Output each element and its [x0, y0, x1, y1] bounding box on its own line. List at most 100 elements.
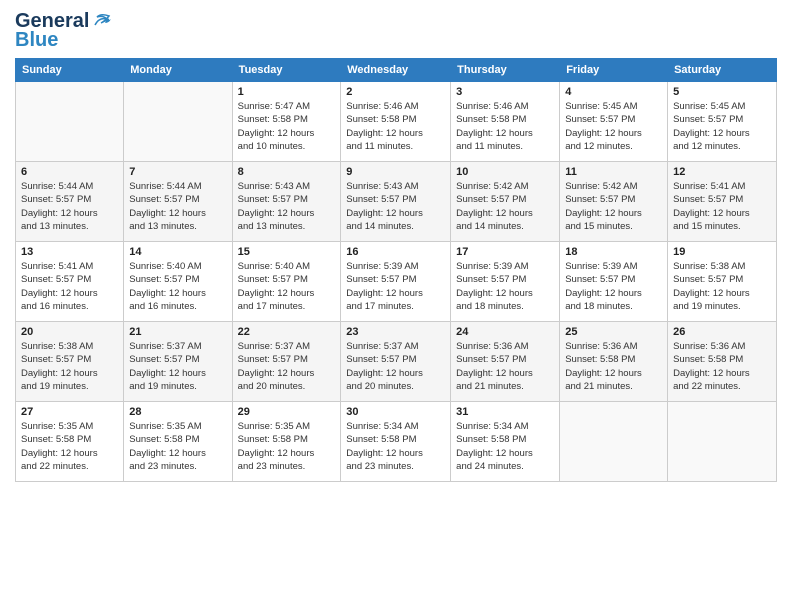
week-row-2: 6 Sunrise: 5:44 AM Sunset: 5:57 PM Daylig…: [16, 162, 777, 242]
day-info: Sunrise: 5:35 AM Sunset: 5:58 PM Dayligh…: [129, 420, 226, 473]
day-cell: 4 Sunrise: 5:45 AM Sunset: 5:57 PM Daylig…: [560, 82, 668, 162]
header-cell-sunday: Sunday: [16, 59, 124, 82]
day-number: 3: [456, 86, 554, 98]
day-number: 25: [565, 326, 662, 338]
day-info: Sunrise: 5:42 AM Sunset: 5:57 PM Dayligh…: [565, 180, 662, 233]
week-row-1: 1 Sunrise: 5:47 AM Sunset: 5:58 PM Daylig…: [16, 82, 777, 162]
logo-blue: Blue: [15, 29, 58, 52]
week-row-5: 27 Sunrise: 5:35 AM Sunset: 5:58 PM Dayli…: [16, 402, 777, 482]
day-number: 4: [565, 86, 662, 98]
day-info: Sunrise: 5:42 AM Sunset: 5:57 PM Dayligh…: [456, 180, 554, 233]
day-info: Sunrise: 5:39 AM Sunset: 5:57 PM Dayligh…: [346, 260, 445, 313]
day-number: 20: [21, 326, 118, 338]
day-info: Sunrise: 5:40 AM Sunset: 5:57 PM Dayligh…: [129, 260, 226, 313]
day-cell: 14 Sunrise: 5:40 AM Sunset: 5:57 PM Dayli…: [124, 242, 232, 322]
day-cell: 10Sunrise: 5:42 AM Sunset: 5:57 PM Dayli…: [451, 162, 560, 242]
day-cell: 21 Sunrise: 5:37 AM Sunset: 5:57 PM Dayli…: [124, 322, 232, 402]
header-cell-tuesday: Tuesday: [232, 59, 341, 82]
day-number: 13: [21, 246, 118, 258]
day-number: 6: [21, 166, 118, 178]
day-cell: 1 Sunrise: 5:47 AM Sunset: 5:58 PM Daylig…: [232, 82, 341, 162]
day-number: 15: [238, 246, 336, 258]
day-number: 9: [346, 166, 445, 178]
day-info: Sunrise: 5:35 AM Sunset: 5:58 PM Dayligh…: [238, 420, 336, 473]
day-info: Sunrise: 5:41 AM Sunset: 5:57 PM Dayligh…: [21, 260, 118, 313]
day-number: 26: [673, 326, 771, 338]
day-cell: 12Sunrise: 5:41 AM Sunset: 5:57 PM Dayli…: [668, 162, 777, 242]
day-number: 1: [238, 86, 336, 98]
week-row-4: 20Sunrise: 5:38 AM Sunset: 5:57 PM Dayli…: [16, 322, 777, 402]
day-info: Sunrise: 5:44 AM Sunset: 5:57 PM Dayligh…: [129, 180, 226, 233]
day-info: Sunrise: 5:37 AM Sunset: 5:57 PM Dayligh…: [129, 340, 226, 393]
day-number: 29: [238, 406, 336, 418]
day-cell: 9Sunrise: 5:43 AM Sunset: 5:57 PM Daylig…: [341, 162, 451, 242]
day-cell: 2 Sunrise: 5:46 AM Sunset: 5:58 PM Daylig…: [341, 82, 451, 162]
page-container: General Blue SundayMondayTuesdayWednesda…: [0, 0, 792, 490]
day-info: Sunrise: 5:45 AM Sunset: 5:57 PM Dayligh…: [673, 100, 771, 153]
day-cell: 24Sunrise: 5:36 AM Sunset: 5:57 PM Dayli…: [451, 322, 560, 402]
day-info: Sunrise: 5:37 AM Sunset: 5:57 PM Dayligh…: [238, 340, 336, 393]
day-cell: 8 Sunrise: 5:43 AM Sunset: 5:57 PM Daylig…: [232, 162, 341, 242]
day-number: 8: [238, 166, 336, 178]
day-info: Sunrise: 5:43 AM Sunset: 5:57 PM Dayligh…: [238, 180, 336, 233]
day-number: 7: [129, 166, 226, 178]
day-cell: 29 Sunrise: 5:35 AM Sunset: 5:58 PM Dayli…: [232, 402, 341, 482]
header-row: SundayMondayTuesdayWednesdayThursdayFrid…: [16, 59, 777, 82]
week-row-3: 13 Sunrise: 5:41 AM Sunset: 5:57 PM Dayli…: [16, 242, 777, 322]
logo-bird-icon: [91, 11, 113, 33]
header-cell-monday: Monday: [124, 59, 232, 82]
day-number: 19: [673, 246, 771, 258]
day-info: Sunrise: 5:45 AM Sunset: 5:57 PM Dayligh…: [565, 100, 662, 153]
day-cell: [560, 402, 668, 482]
day-number: 14: [129, 246, 226, 258]
day-cell: 27 Sunrise: 5:35 AM Sunset: 5:58 PM Dayli…: [16, 402, 124, 482]
day-cell: 22 Sunrise: 5:37 AM Sunset: 5:57 PM Dayli…: [232, 322, 341, 402]
day-info: Sunrise: 5:36 AM Sunset: 5:58 PM Dayligh…: [565, 340, 662, 393]
day-cell: [124, 82, 232, 162]
day-number: 22: [238, 326, 336, 338]
day-number: 17: [456, 246, 554, 258]
day-cell: 17 Sunrise: 5:39 AM Sunset: 5:57 PM Dayli…: [451, 242, 560, 322]
day-cell: 16 Sunrise: 5:39 AM Sunset: 5:57 PM Dayli…: [341, 242, 451, 322]
day-cell: 13 Sunrise: 5:41 AM Sunset: 5:57 PM Dayli…: [16, 242, 124, 322]
day-cell: [668, 402, 777, 482]
day-info: Sunrise: 5:34 AM Sunset: 5:58 PM Dayligh…: [346, 420, 445, 473]
day-cell: 7 Sunrise: 5:44 AM Sunset: 5:57 PM Daylig…: [124, 162, 232, 242]
day-info: Sunrise: 5:34 AM Sunset: 5:58 PM Dayligh…: [456, 420, 554, 473]
day-cell: 23Sunrise: 5:37 AM Sunset: 5:57 PM Dayli…: [341, 322, 451, 402]
day-cell: 20Sunrise: 5:38 AM Sunset: 5:57 PM Dayli…: [16, 322, 124, 402]
day-number: 18: [565, 246, 662, 258]
logo: General Blue: [15, 10, 113, 52]
day-number: 5: [673, 86, 771, 98]
day-number: 27: [21, 406, 118, 418]
day-cell: 6 Sunrise: 5:44 AM Sunset: 5:57 PM Daylig…: [16, 162, 124, 242]
day-info: Sunrise: 5:40 AM Sunset: 5:57 PM Dayligh…: [238, 260, 336, 313]
day-info: Sunrise: 5:36 AM Sunset: 5:57 PM Dayligh…: [456, 340, 554, 393]
day-number: 21: [129, 326, 226, 338]
day-info: Sunrise: 5:47 AM Sunset: 5:58 PM Dayligh…: [238, 100, 336, 153]
day-cell: 26Sunrise: 5:36 AM Sunset: 5:58 PM Dayli…: [668, 322, 777, 402]
day-info: Sunrise: 5:46 AM Sunset: 5:58 PM Dayligh…: [346, 100, 445, 153]
day-number: 11: [565, 166, 662, 178]
day-info: Sunrise: 5:46 AM Sunset: 5:58 PM Dayligh…: [456, 100, 554, 153]
day-cell: 11 Sunrise: 5:42 AM Sunset: 5:57 PM Dayli…: [560, 162, 668, 242]
day-info: Sunrise: 5:35 AM Sunset: 5:58 PM Dayligh…: [21, 420, 118, 473]
day-number: 2: [346, 86, 445, 98]
header: General Blue: [15, 10, 777, 52]
day-cell: 19 Sunrise: 5:38 AM Sunset: 5:57 PM Dayli…: [668, 242, 777, 322]
day-info: Sunrise: 5:38 AM Sunset: 5:57 PM Dayligh…: [673, 260, 771, 313]
day-number: 16: [346, 246, 445, 258]
day-number: 28: [129, 406, 226, 418]
day-cell: 15 Sunrise: 5:40 AM Sunset: 5:57 PM Dayli…: [232, 242, 341, 322]
header-cell-friday: Friday: [560, 59, 668, 82]
day-cell: 30 Sunrise: 5:34 AM Sunset: 5:58 PM Dayli…: [341, 402, 451, 482]
day-info: Sunrise: 5:37 AM Sunset: 5:57 PM Dayligh…: [346, 340, 445, 393]
day-cell: 31Sunrise: 5:34 AM Sunset: 5:58 PM Dayli…: [451, 402, 560, 482]
day-info: Sunrise: 5:39 AM Sunset: 5:57 PM Dayligh…: [456, 260, 554, 313]
day-number: 30: [346, 406, 445, 418]
header-cell-thursday: Thursday: [451, 59, 560, 82]
header-cell-saturday: Saturday: [668, 59, 777, 82]
day-cell: 3 Sunrise: 5:46 AM Sunset: 5:58 PM Daylig…: [451, 82, 560, 162]
day-info: Sunrise: 5:44 AM Sunset: 5:57 PM Dayligh…: [21, 180, 118, 233]
day-cell: 28 Sunrise: 5:35 AM Sunset: 5:58 PM Dayli…: [124, 402, 232, 482]
